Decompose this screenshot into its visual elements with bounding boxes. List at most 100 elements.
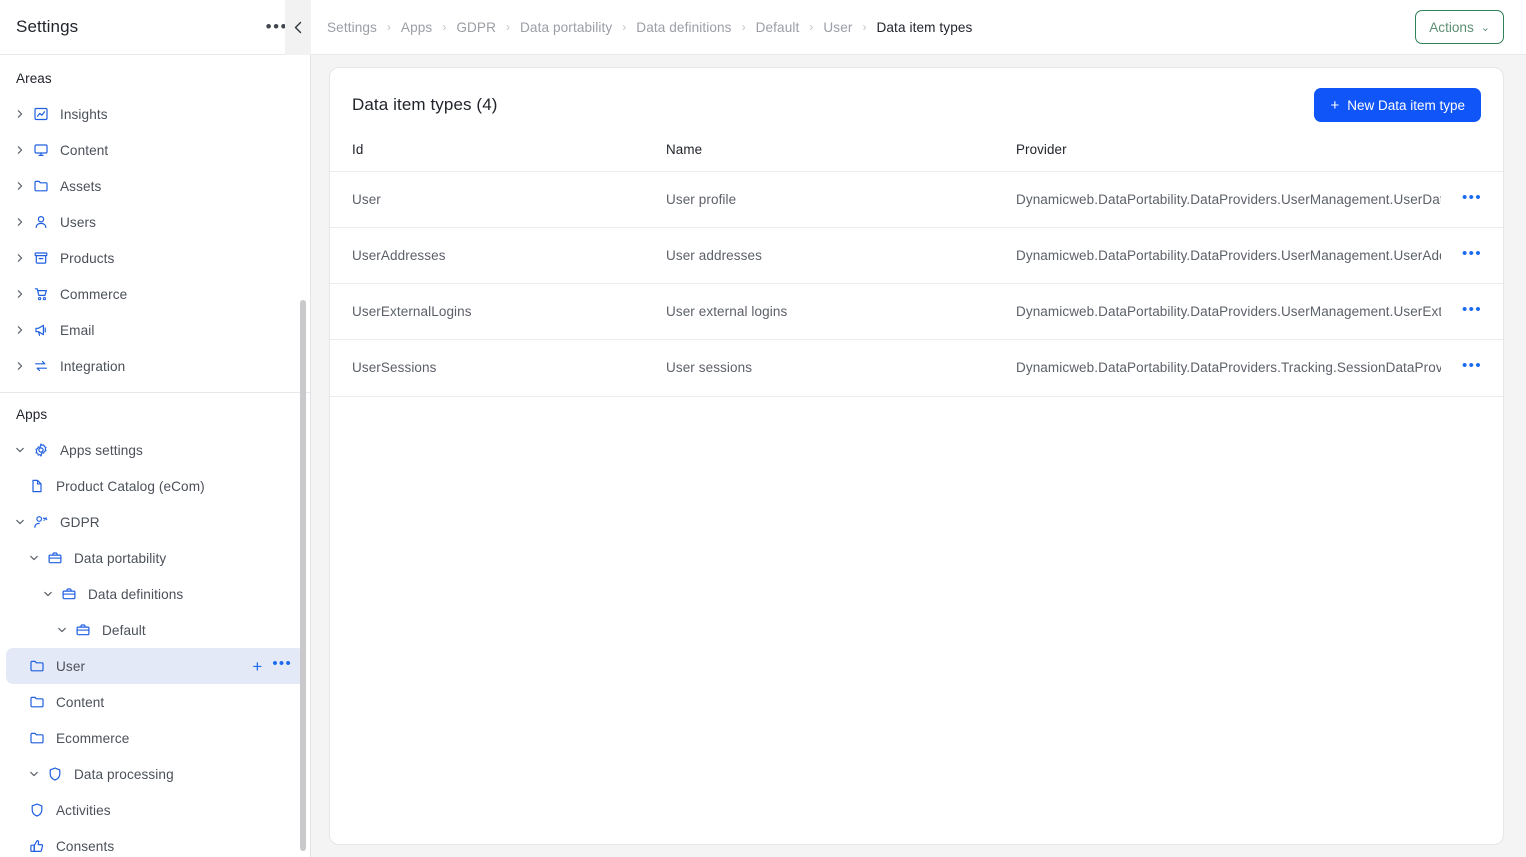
sidebar-item-label: Ecommerce bbox=[56, 730, 130, 746]
sidebar-item-product-catalog-ecom[interactable]: Product Catalog (eCom) bbox=[6, 468, 304, 504]
sidebar-item-default[interactable]: Default bbox=[6, 612, 304, 648]
shield-icon bbox=[26, 802, 48, 818]
table-row[interactable]: UserExternalLogins User external logins Dy… bbox=[330, 283, 1503, 340]
sidebar-item-email[interactable]: Email bbox=[6, 312, 304, 348]
chevron-down-icon[interactable] bbox=[38, 589, 58, 599]
row-menu-icon[interactable]: ••• bbox=[1460, 301, 1484, 323]
breadcrumb-item-user[interactable]: User bbox=[823, 20, 852, 35]
cell-actions: ••• bbox=[1441, 228, 1503, 284]
column-header-actions bbox=[1441, 136, 1503, 172]
sidebar-item-label: Product Catalog (eCom) bbox=[56, 478, 205, 494]
sidebar-item-activities[interactable]: Activities bbox=[6, 792, 304, 828]
breadcrumb: Settings › Apps › GDPR › Data portability › Data… bbox=[327, 20, 1415, 35]
cell-name: User external logins bbox=[666, 304, 788, 319]
chevron-right-icon[interactable] bbox=[10, 181, 30, 191]
chevron-right-icon[interactable] bbox=[10, 217, 30, 227]
sidebar-item-content[interactable]: Content bbox=[6, 684, 304, 720]
breadcrumb-separator: › bbox=[862, 20, 867, 34]
topbar: Settings › Apps › GDPR › Data portability › Data… bbox=[311, 0, 1526, 55]
file-icon bbox=[26, 478, 48, 494]
sidebar-scroll-area: Areas Insights Content Assets Users Products C… bbox=[0, 55, 310, 857]
cell-actions: ••• bbox=[1441, 284, 1503, 340]
column-header-name[interactable]: Name bbox=[666, 136, 1016, 172]
sidebar-item-data-portability[interactable]: Data portability bbox=[6, 540, 304, 576]
table-row[interactable]: UserSessions User sessions Dynamicweb.Data… bbox=[330, 339, 1503, 396]
chevron-down-icon[interactable] bbox=[52, 625, 72, 635]
data-item-types-table: Id Name Provider User User profile Dynamic… bbox=[330, 136, 1503, 396]
breadcrumb-item-settings[interactable]: Settings bbox=[327, 20, 377, 35]
sidebar-item-users[interactable]: Users bbox=[6, 204, 304, 240]
sidebar-item-menu-icon[interactable]: ••• bbox=[272, 656, 292, 671]
chevron-right-icon[interactable] bbox=[10, 325, 30, 335]
chevron-right-icon[interactable] bbox=[10, 109, 30, 119]
cell-id: UserSessions bbox=[352, 360, 437, 376]
sidebar-item-label: Content bbox=[56, 694, 105, 710]
cell-id: UserExternalLogins bbox=[352, 304, 472, 319]
cell-actions: ••• bbox=[1441, 172, 1503, 228]
chevron-down-icon[interactable] bbox=[24, 553, 44, 563]
sidebar-item-label: Email bbox=[60, 322, 95, 338]
cart-icon bbox=[30, 286, 52, 302]
sidebar-item-label: Users bbox=[60, 214, 96, 230]
megaphone-icon bbox=[30, 322, 52, 338]
sidebar-item-integration[interactable]: Integration bbox=[6, 348, 304, 384]
sidebar-item-content[interactable]: Content bbox=[6, 132, 304, 168]
sidebar-item-label: Activities bbox=[56, 802, 111, 818]
actions-button[interactable]: Actions ⌄ bbox=[1415, 10, 1504, 44]
sidebar-item-label: Data portability bbox=[74, 550, 167, 566]
sidebar-item-label: Integration bbox=[60, 358, 126, 374]
chevron-right-icon[interactable] bbox=[10, 253, 30, 263]
cell-name: User sessions bbox=[666, 360, 753, 376]
sidebar-collapse-button[interactable] bbox=[285, 0, 311, 55]
breadcrumb-item-apps[interactable]: Apps bbox=[401, 20, 432, 35]
breadcrumb-separator: › bbox=[741, 20, 746, 34]
chevron-down-icon[interactable] bbox=[24, 769, 44, 779]
sidebar-item-insights[interactable]: Insights bbox=[6, 96, 304, 132]
breadcrumb-item-data-portability[interactable]: Data portability bbox=[520, 20, 612, 35]
row-menu-icon[interactable]: ••• bbox=[1460, 357, 1484, 379]
column-header-provider[interactable]: Provider bbox=[1016, 136, 1441, 172]
box-icon bbox=[30, 250, 52, 266]
column-header-id[interactable]: Id bbox=[330, 136, 666, 172]
actions-button-label: Actions bbox=[1429, 19, 1474, 35]
sidebar-item-label: GDPR bbox=[60, 514, 100, 530]
folder-icon bbox=[26, 730, 48, 746]
sidebar-item-label: Consents bbox=[56, 838, 115, 854]
breadcrumb-item-default[interactable]: Default bbox=[756, 20, 800, 35]
chevron-right-icon[interactable] bbox=[10, 361, 30, 371]
table-head: Id Name Provider bbox=[330, 136, 1503, 172]
table-row[interactable]: UserAddresses User addresses Dynamicweb.Da… bbox=[330, 227, 1503, 284]
cell-name: User profile bbox=[666, 192, 737, 207]
chevron-down-icon[interactable] bbox=[10, 517, 30, 527]
row-menu-icon[interactable]: ••• bbox=[1460, 189, 1484, 211]
sidebar-item-add-icon[interactable]: + bbox=[252, 658, 262, 675]
sidebar-scrollbar[interactable] bbox=[300, 300, 306, 851]
sidebar-item-ecommerce[interactable]: Ecommerce bbox=[6, 720, 304, 756]
sidebar-item-gdpr[interactable]: GDPR bbox=[6, 504, 304, 540]
cell-name: User addresses bbox=[666, 248, 762, 263]
row-menu-icon[interactable]: ••• bbox=[1460, 245, 1484, 267]
exchange-icon bbox=[30, 358, 52, 374]
sidebar-item-apps-settings[interactable]: Apps settings bbox=[6, 432, 304, 468]
new-data-item-type-button[interactable]: + New Data item type bbox=[1314, 88, 1481, 122]
folder-icon bbox=[30, 178, 52, 194]
sidebar-item-user[interactable]: User + ••• bbox=[6, 648, 304, 684]
table-row[interactable]: User User profile Dynamicweb.DataPortabili… bbox=[330, 171, 1503, 228]
cell-provider: Dynamicweb.DataPortability.DataProviders… bbox=[1016, 304, 1441, 319]
app-root: Settings ••• Areas Insights Content Assets U… bbox=[0, 0, 1526, 857]
sidebar-item-commerce[interactable]: Commerce bbox=[6, 276, 304, 312]
sidebar-item-data-processing[interactable]: Data processing bbox=[6, 756, 304, 792]
sidebar-item-consents[interactable]: Consents bbox=[6, 828, 304, 857]
chevron-right-icon[interactable] bbox=[10, 289, 30, 299]
sidebar-item-products[interactable]: Products bbox=[6, 240, 304, 276]
cell-provider: Dynamicweb.DataPortability.DataProviders… bbox=[1016, 248, 1441, 263]
sidebar-item-label: Data definitions bbox=[88, 586, 184, 602]
breadcrumb-item-gdpr[interactable]: GDPR bbox=[456, 20, 496, 35]
sidebar-item-assets[interactable]: Assets bbox=[6, 168, 304, 204]
main-area: Settings › Apps › GDPR › Data portability › Data… bbox=[311, 0, 1526, 857]
monitor-icon bbox=[30, 142, 52, 158]
sidebar-item-data-definitions[interactable]: Data definitions bbox=[6, 576, 304, 612]
breadcrumb-item-data-definitions[interactable]: Data definitions bbox=[636, 20, 731, 35]
chevron-right-icon[interactable] bbox=[10, 145, 30, 155]
chevron-down-icon[interactable] bbox=[10, 445, 30, 455]
